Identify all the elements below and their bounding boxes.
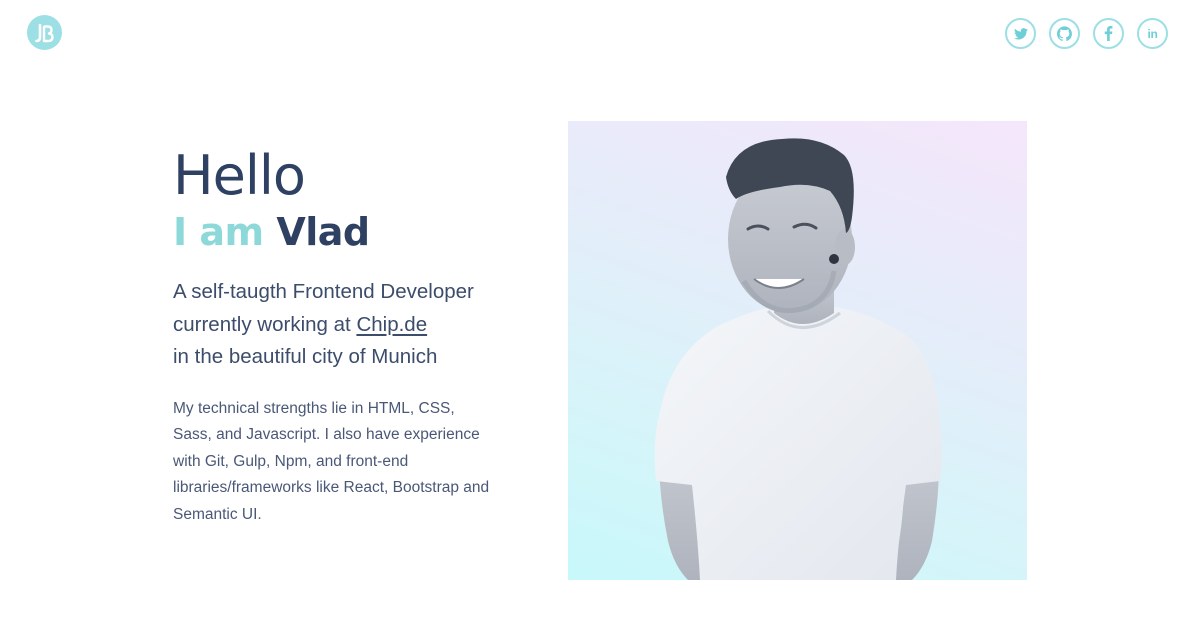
intro-line-2: currently working at Chip.de bbox=[173, 309, 533, 342]
intro-paragraph: A self-taugth Frontend Developer current… bbox=[173, 276, 533, 374]
intro-line-1: A self-taugth Frontend Developer bbox=[173, 280, 474, 303]
jb-monogram-icon bbox=[34, 23, 54, 42]
intro-line-3: in the beautiful city of Munich bbox=[173, 345, 438, 368]
portrait-illustration bbox=[654, 138, 942, 580]
social-links: in bbox=[1005, 18, 1168, 49]
facebook-button[interactable] bbox=[1093, 18, 1124, 49]
portfolio-page: in Hello I am Vlad A self-taugth Fronten… bbox=[0, 0, 1200, 630]
github-button[interactable] bbox=[1049, 18, 1080, 49]
logo[interactable] bbox=[27, 15, 62, 50]
skills-paragraph: My technical strengths lie in HTML, CSS,… bbox=[173, 399, 490, 523]
greeting-heading: Hello bbox=[173, 144, 306, 207]
company-link[interactable]: Chip.de bbox=[356, 313, 427, 336]
iam-prefix: I am bbox=[173, 210, 264, 254]
twitter-icon bbox=[1013, 27, 1028, 40]
twitter-button[interactable] bbox=[1005, 18, 1036, 49]
profile-photo bbox=[568, 121, 1027, 580]
linkedin-button[interactable]: in bbox=[1137, 18, 1168, 49]
hero-text: Hello I am Vlad A self-taugth Frontend D… bbox=[173, 142, 533, 544]
name-heading: I am Vlad bbox=[173, 210, 533, 254]
linkedin-icon: in bbox=[1147, 26, 1158, 41]
github-icon bbox=[1057, 26, 1072, 41]
name-text: Vlad bbox=[276, 210, 370, 254]
facebook-icon bbox=[1104, 26, 1113, 41]
intro-line-2-prefix: currently working at bbox=[173, 312, 357, 336]
